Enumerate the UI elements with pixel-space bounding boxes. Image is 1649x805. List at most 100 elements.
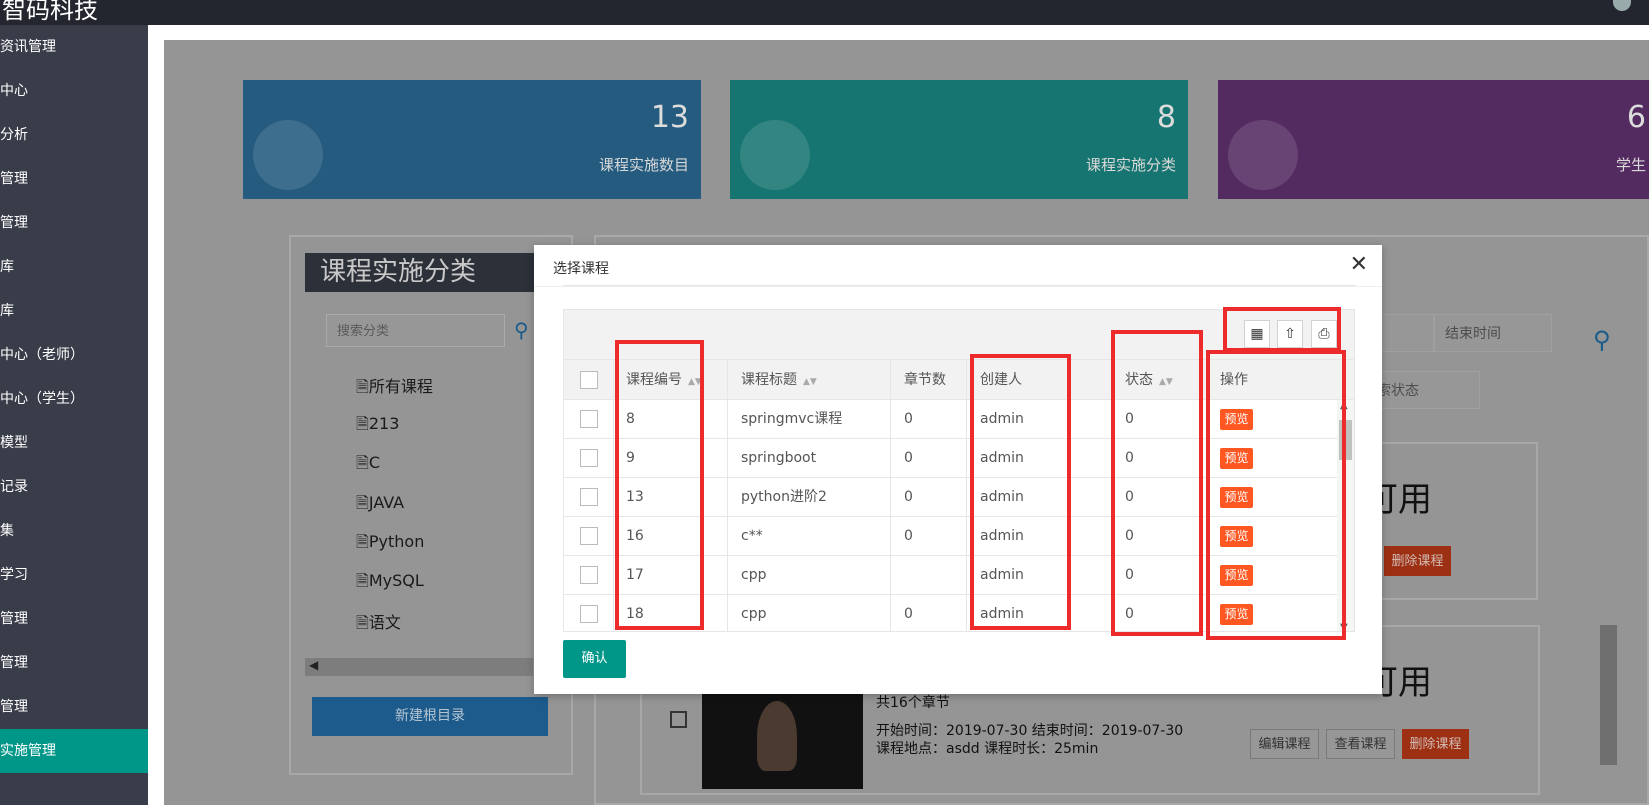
stat-value: 13 <box>650 100 689 135</box>
top-bar: 智码科技 <box>0 0 1649 25</box>
sidebar-item[interactable]: 管理 <box>0 685 148 729</box>
stat-label: 学生 <box>1615 156 1646 174</box>
category-item[interactable]: 🗎JAVA <box>356 492 404 516</box>
stat-decor-icon <box>1228 120 1298 190</box>
file-icon: 🗎 <box>356 414 369 433</box>
end-time-input[interactable]: 结束时间 <box>1434 314 1552 352</box>
cell-chapters: 0 <box>904 411 913 427</box>
row-checkbox[interactable] <box>580 488 598 506</box>
sidebar-item[interactable]: 中心 <box>0 69 148 113</box>
row-checkbox[interactable] <box>580 449 598 467</box>
stat-card-category-count: 8 课程实施分类 <box>730 80 1188 199</box>
sidebar-item[interactable]: 资讯管理 <box>0 25 148 69</box>
file-icon: 🗎 <box>356 453 369 472</box>
user-avatar[interactable] <box>1613 0 1631 11</box>
sidebar-item-active[interactable]: 实施管理 <box>0 729 148 773</box>
brand-logo-text: 智码科技 <box>2 0 98 24</box>
file-icon: 🗎 <box>356 613 369 632</box>
sidebar-item[interactable]: 管理 <box>0 157 148 201</box>
annotation-box-toolbar <box>1223 307 1341 352</box>
chevron-left-icon[interactable]: ◀ <box>309 658 318 672</box>
column-divider <box>890 360 891 631</box>
category-title: 课程实施分类 <box>305 253 537 292</box>
sidebar-item[interactable]: 分析 <box>0 113 148 157</box>
cell-chapters: 0 <box>904 450 913 466</box>
column-divider <box>966 360 967 631</box>
row-checkbox[interactable] <box>580 566 598 584</box>
stat-label: 课程实施数目 <box>598 156 689 174</box>
column-divider <box>613 360 614 631</box>
new-root-button[interactable]: 新建根目录 <box>312 697 548 736</box>
stat-card-course-count: 13 课程实施数目 <box>243 80 701 199</box>
search-icon[interactable]: ⚲ <box>514 318 529 342</box>
course-time: 开始时间：2019-07-30 结束时间：2019-07-30 <box>876 723 1184 739</box>
annotation-box-creator-column <box>970 354 1071 630</box>
category-search-input[interactable]: 搜索分类 <box>326 314 505 347</box>
cell-chapters: 0 <box>904 528 913 544</box>
sidebar-item[interactable]: 库 <box>0 289 148 333</box>
course-checkbox[interactable] <box>670 711 687 728</box>
course-chapters: 共16个章节 <box>876 695 950 711</box>
annotation-box-action-column <box>1206 350 1346 640</box>
cell-chapters: 0 <box>904 489 913 505</box>
sidebar: 资讯管理 中心 分析 管理 管理 库 库 中心（老师） 中心（学生） 模型 记录… <box>0 25 148 805</box>
category-item[interactable]: 🗎MySQL <box>356 570 424 594</box>
sidebar-item[interactable]: 管理 <box>0 597 148 641</box>
stat-label: 课程实施分类 <box>1085 156 1176 174</box>
annotation-box-status-column <box>1111 330 1203 636</box>
course-cover-image <box>702 693 863 789</box>
view-course-button[interactable]: 查看课程 <box>1326 729 1395 759</box>
row-checkbox[interactable] <box>580 527 598 545</box>
select-all-checkbox[interactable] <box>580 371 598 389</box>
column-header-chapters: 章节数 <box>904 372 946 388</box>
divider <box>563 285 1356 286</box>
cell-title: cpp <box>741 606 767 622</box>
category-item[interactable]: 🗎213 <box>356 413 399 437</box>
cell-title: springboot <box>741 450 817 466</box>
delete-course-button[interactable]: 删除课程 <box>1402 729 1469 759</box>
column-divider <box>727 360 728 631</box>
category-item[interactable]: 🗎Python <box>356 531 424 555</box>
confirm-button[interactable]: 确认 <box>563 640 626 678</box>
cell-title: springmvc课程 <box>741 411 843 427</box>
file-icon: 🗎 <box>356 571 369 590</box>
sidebar-item[interactable]: 库 <box>0 245 148 289</box>
stat-value: 8 <box>1156 100 1176 135</box>
file-icon: 🗎 <box>356 532 369 551</box>
sidebar-item[interactable]: 学习 <box>0 553 148 597</box>
sidebar-item[interactable]: 模型 <box>0 421 148 465</box>
stat-card-students: 6 学生 <box>1218 80 1649 199</box>
search-icon[interactable]: ⚲ <box>1593 326 1611 354</box>
stat-decor-icon <box>740 120 810 190</box>
dialog-title: 选择课程 <box>553 261 609 277</box>
cell-title: python进阶2 <box>741 489 827 505</box>
file-icon: 🗎 <box>356 493 369 512</box>
course-place: 课程地点：asdd 课程时长：25min <box>876 741 1099 757</box>
sidebar-item[interactable]: 集 <box>0 509 148 553</box>
row-checkbox[interactable] <box>580 410 598 428</box>
stat-value: 6 <box>1626 100 1646 135</box>
cell-chapters: 0 <box>904 606 913 622</box>
sidebar-item[interactable]: 记录 <box>0 465 148 509</box>
sidebar-item[interactable]: 管理 <box>0 201 148 245</box>
category-item[interactable]: 🗎C <box>356 452 380 476</box>
stat-decor-icon <box>253 120 323 190</box>
column-header-title[interactable]: 课程标题 ▲▼ <box>741 360 817 400</box>
category-item[interactable]: 🗎所有课程 <box>356 373 433 397</box>
sidebar-item[interactable]: 中心（学生） <box>0 377 148 421</box>
cell-title: c** <box>741 528 763 544</box>
delete-course-button[interactable]: 删除课程 <box>1384 546 1451 576</box>
close-icon[interactable]: ✕ <box>1350 252 1368 277</box>
edit-course-button[interactable]: 编辑课程 <box>1250 729 1319 759</box>
dialog-header: 选择课程 ✕ <box>534 245 1382 287</box>
annotation-box-id-column <box>615 340 704 630</box>
page-scrollbar[interactable] <box>1600 625 1617 765</box>
sidebar-item[interactable]: 中心（老师） <box>0 333 148 377</box>
row-checkbox[interactable] <box>580 605 598 623</box>
cell-title: cpp <box>741 567 767 583</box>
category-item[interactable]: 🗎语文 <box>356 609 401 633</box>
category-horizontal-scrollbar[interactable]: ◀ <box>305 658 533 676</box>
file-icon: 🗎 <box>356 377 369 396</box>
sort-icon[interactable]: ▲▼ <box>803 377 817 387</box>
sidebar-item[interactable]: 管理 <box>0 641 148 685</box>
